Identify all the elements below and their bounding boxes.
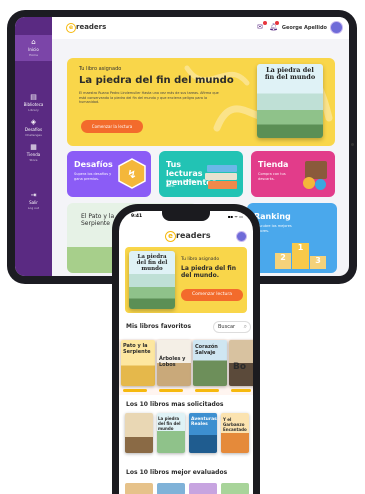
library-icon: ▤ (30, 93, 37, 101)
logo-text: readers (176, 231, 211, 240)
top-bar: e readers ✉ 🔔︎ George Apellido (52, 17, 349, 39)
sidebar-item-label: Desafíos (24, 127, 43, 132)
phone-assigned-book-banner: La piedra del fin del mundo Tu libro asi… (125, 247, 247, 313)
challenges-card-subtitle: Supera los desafíos y gana premios. (74, 172, 112, 181)
book-cover-title: Árboles y Lobos (159, 356, 186, 368)
sidebar-item-sub: Challenges (25, 133, 42, 137)
logo-mark: e (165, 231, 176, 242)
progress-bar (231, 389, 251, 392)
requested-book-3[interactable]: Aventuras Reales (189, 413, 217, 453)
sidebar-item-home[interactable]: ⌂ Inicio Home (15, 35, 52, 61)
phone-screen: 9:41 ▪▪ ᯤ ▭ e readers La piedra del fin d… (119, 211, 253, 494)
start-reading-button[interactable]: Comenzar la lectura (81, 120, 143, 133)
best-rated-heading: Los 10 libros mejor evaluados (126, 469, 228, 476)
challenges-card[interactable]: Desafíos Supera los desafíos y gana prem… (67, 151, 151, 197)
logo-mark: e (66, 23, 76, 33)
avatar[interactable] (236, 231, 247, 242)
rated-book-2[interactable] (157, 483, 185, 494)
favorite-book-3[interactable]: Corazón Salvaje (193, 340, 227, 386)
svg-text:↯: ↯ (127, 168, 136, 181)
phone-device: 9:41 ▪▪ ᯤ ▭ e readers La piedra del fin d… (112, 204, 260, 494)
phone-book-cover[interactable]: La piedra del fin del mundo (129, 251, 175, 309)
notifications-icon[interactable]: 🔔︎ (269, 21, 279, 31)
sidebar-item-challenges[interactable]: ◈ Desafíos Challenges (15, 118, 52, 138)
sidebar-item-label: Tienda (26, 152, 41, 157)
banner-title: La piedra del fin del mundo (79, 75, 234, 86)
search-label: Buscar (218, 324, 236, 330)
store-icon: ▦ (30, 143, 37, 151)
ranking-card[interactable]: Ranking Descubre los mejores lectores. 2… (247, 203, 337, 273)
phone-notch (162, 211, 210, 221)
book-cover-title: Corazón Salvaje (195, 344, 218, 356)
book-cover-title: La piedra del fin del mundo (158, 416, 181, 431)
medal-icon: ↯ (118, 158, 146, 189)
search-input[interactable]: Buscar ⌕ (213, 321, 251, 333)
phone-app-logo[interactable]: e readers (165, 231, 211, 242)
most-requested-heading: Los 10 libros mas solicitados (126, 401, 224, 408)
progress-bar (195, 389, 219, 392)
favorite-book-4[interactable]: Bo (229, 340, 253, 386)
messages-icon[interactable]: ✉ (257, 21, 267, 31)
sidebar-item-label: Inicio (28, 47, 39, 52)
rated-book-3[interactable] (189, 483, 217, 494)
sidebar-item-sub: Store (29, 158, 38, 162)
status-time: 9:41 (131, 214, 143, 219)
favorite-book-2[interactable]: Árboles y Lobos (157, 340, 191, 386)
logo-text: readers (76, 23, 107, 31)
progress-bar (123, 389, 147, 392)
status-icons: ▪▪ ᯤ ▭ (227, 214, 243, 219)
book-cover-title: Aventuras Reales (191, 417, 217, 427)
phone-banner-title: La piedra del fin del mundo. (181, 265, 237, 279)
store-card[interactable]: Tienda Compra con tus descarks. (251, 151, 335, 197)
favorite-book-1[interactable]: Pato y la Serpiente (121, 340, 155, 386)
avatar[interactable] (330, 21, 343, 34)
sidebar-item-logout[interactable]: ⇥ Salir Log out (15, 191, 52, 211)
requested-book-2[interactable]: La piedra del fin del mundo (157, 413, 185, 453)
store-card-title: Tienda (258, 160, 289, 169)
assigned-book-cover[interactable]: La piedra del fin del mundo (257, 64, 323, 138)
tablet-camera (351, 143, 354, 146)
phone-banner-kicker: Tu libro asignado (181, 257, 220, 262)
coins-icon (303, 161, 329, 191)
store-card-subtitle: Compra con tus descarks. (258, 172, 286, 181)
logout-icon: ⇥ (30, 191, 37, 199)
sidebar-item-sub: Log out (27, 206, 40, 210)
search-icon: ⌕ (243, 323, 247, 330)
assigned-book-banner: Tu libro asignado La piedra del fin del … (67, 58, 335, 146)
book-cover-title: La piedra del fin del mundo (264, 66, 316, 81)
banner-description: El maestro Ruano Pedro Lindemuller Hasta… (79, 91, 219, 104)
ranking-card-subtitle: Descubre los mejores lectores. (254, 224, 292, 233)
requested-book-1[interactable] (125, 413, 153, 453)
book-cover-title: Y el Garbanzo Encantado (223, 417, 247, 432)
book-stack-icon (205, 165, 239, 191)
sidebar: ⌂ Inicio Home ▤ Biblioteca Library ◈ Des… (15, 17, 52, 276)
sidebar-item-label: Biblioteca (23, 102, 44, 107)
user-name[interactable]: George Apellido (282, 25, 327, 31)
podium-icon: 2 1 3 (275, 239, 327, 269)
sidebar-item-sub: Home (29, 53, 38, 57)
favorites-heading: Mis libros favoritos (126, 323, 192, 330)
app-logo[interactable]: e readers (66, 23, 106, 33)
banner-kicker: Tu libro asignado (79, 66, 122, 72)
rated-book-4[interactable] (221, 483, 249, 494)
progress-bar (159, 389, 183, 392)
home-icon: ⌂ (31, 38, 36, 46)
rated-book-1[interactable] (125, 483, 153, 494)
challenges-card-title: Desafíos (74, 160, 113, 169)
phone-start-reading-button[interactable]: Comenzar lectura (181, 289, 243, 301)
requested-book-4[interactable]: Y el Garbanzo Encantado (221, 413, 249, 453)
pending-card-subtitle: Avanza y finaliza tu libro. (166, 179, 201, 188)
challenges-icon: ◈ (30, 118, 37, 126)
pending-readings-card[interactable]: Tus lecturas pendientes Avanza y finaliz… (159, 151, 243, 197)
book-cover-title: Pato y la Serpiente (123, 343, 151, 355)
ranking-card-title: Ranking (254, 212, 291, 221)
sidebar-item-store[interactable]: ▦ Tienda Store (15, 143, 52, 163)
sidebar-item-label: Salir (29, 200, 38, 205)
book-cover-title: La piedra del fin del mundo (136, 254, 168, 272)
sidebar-item-sub: Library (28, 108, 39, 112)
book-cover-title: Bo (233, 362, 247, 372)
sidebar-item-library[interactable]: ▤ Biblioteca Library (15, 93, 52, 113)
